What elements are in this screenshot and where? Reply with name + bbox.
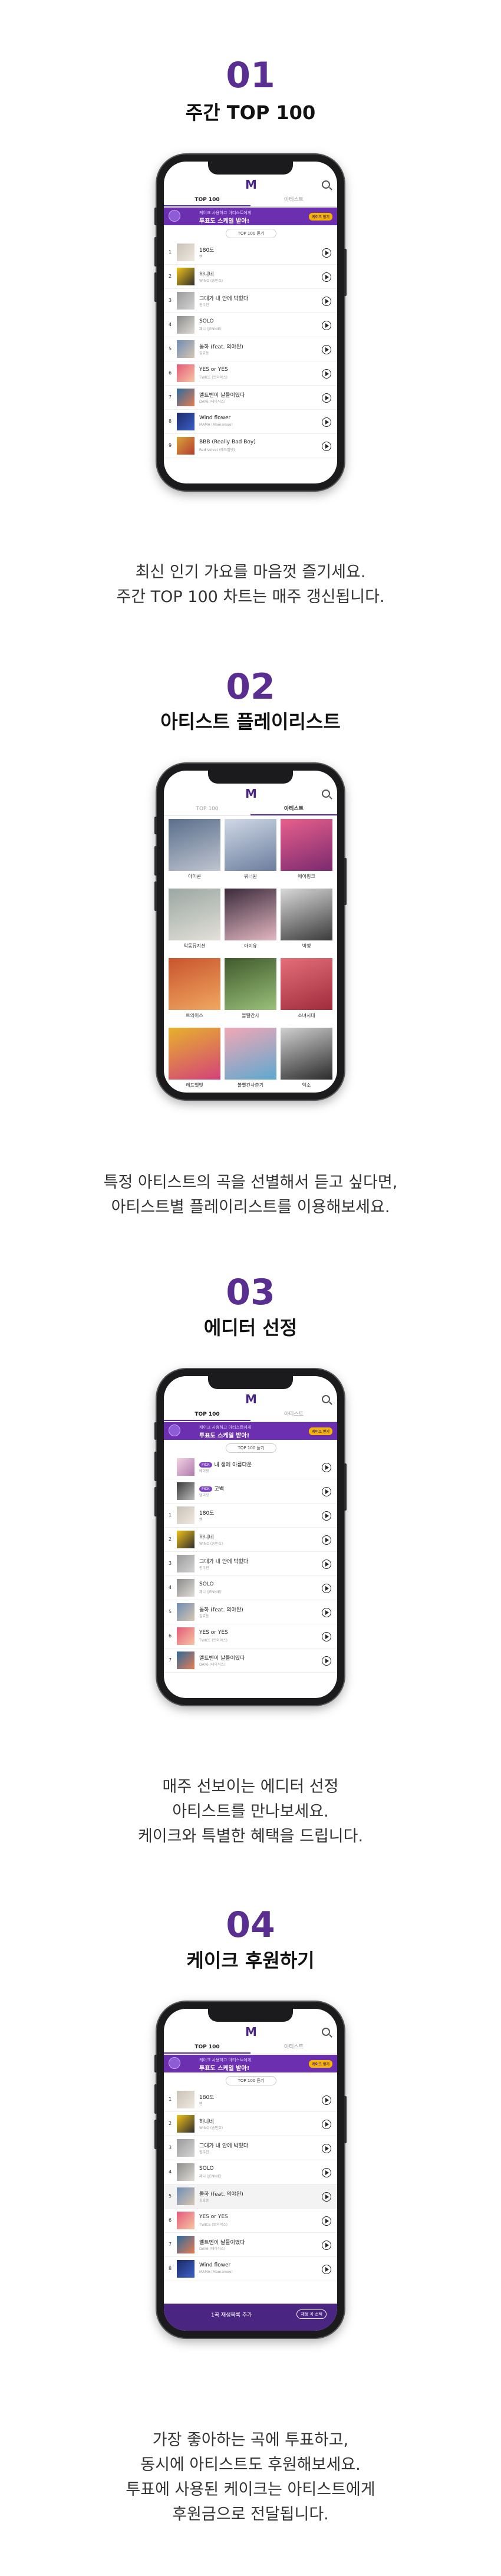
cake-icon: [169, 2057, 180, 2069]
cake-banner[interactable]: 케이크 사용하고 아티스트에게 투표도 스케일 받아! 케이크 받기: [164, 2055, 337, 2072]
play-icon[interactable]: [322, 2216, 331, 2226]
banner-title: 투표도 스케일 받아!: [199, 2065, 250, 2072]
vote-bar: 1곡 재생목록 추가 재생 곡 선택: [164, 2304, 337, 2331]
album-art: [177, 2091, 195, 2108]
play-icon[interactable]: [322, 2168, 331, 2177]
search-icon[interactable]: [322, 2028, 330, 2036]
section-number: 04: [226, 1904, 275, 1946]
tab-top100[interactable]: TOP 100: [164, 2042, 250, 2054]
album-art: [177, 2163, 195, 2181]
album-art: [177, 2260, 195, 2278]
album-art: [177, 2115, 195, 2133]
section-description: 가장 좋아하는 곡에 투표하고, 동시에 아티스트도 후원해보세요. 투표에 사…: [126, 2431, 375, 2524]
song-row[interactable]: 6 YES or YES TWICE (트와이스): [164, 2209, 337, 2233]
banner-subtitle: 케이크 사용하고 아티스트에게: [199, 2058, 252, 2062]
app-logo: M: [245, 2025, 257, 2039]
song-row[interactable]: 4 SOLO 제니 (JENNIE): [164, 2160, 337, 2184]
phone-mockup: M TOP 100 아티스트 케이크 사용하고 아티스트에게 투표도 스케일 받…: [154, 2002, 347, 2338]
play-icon[interactable]: [322, 2192, 331, 2202]
song-row[interactable]: 2 하니네 WINO (송민호): [164, 2112, 337, 2136]
play-icon[interactable]: [322, 2144, 331, 2153]
play-top100-button[interactable]: TOP 100 듣기: [226, 2076, 276, 2085]
vote-text: 1곡 재생목록 추가: [211, 2312, 252, 2318]
album-art: [177, 2139, 195, 2157]
tab-artist[interactable]: 아티스트: [250, 2042, 337, 2054]
album-art: [177, 2236, 195, 2253]
play-icon[interactable]: [322, 2265, 331, 2274]
get-cake-button[interactable]: 케이크 받기: [309, 2060, 332, 2068]
song-row[interactable]: 1 180도 벤: [164, 2088, 337, 2112]
song-row[interactable]: 8 Wind flower MAMA (Mamamoo): [164, 2257, 337, 2281]
song-list: 1 180도 벤 2 하니네 WINO (송민호) 3 그대가 내 안에 박혔다 원우진 4…: [164, 2088, 337, 2281]
song-row-selected[interactable]: 5 돌하 (feat. 의야완) 김효동: [164, 2184, 337, 2209]
section-title: 케이크 후원하기: [186, 1949, 315, 1972]
song-row[interactable]: 7 멜트벤이 날들이였다 DAY6 (데이식스): [164, 2233, 337, 2257]
album-art: [177, 2212, 195, 2229]
select-song-button[interactable]: 재생 곡 선택: [296, 2309, 327, 2319]
play-icon[interactable]: [322, 2095, 331, 2105]
play-icon[interactable]: [322, 2120, 331, 2129]
album-art: [177, 2187, 195, 2205]
app-screen: M TOP 100 아티스트 케이크 사용하고 아티스트에게 투표도 스케일 받…: [164, 2009, 337, 2331]
play-icon[interactable]: [322, 2241, 331, 2250]
section-cake-support: 04 케이크 후원하기 M TOP 100 아티스트 케이크 사용하고 아티스트…: [0, 0, 501, 2576]
song-row[interactable]: 3 그대가 내 안에 박혔다 원우진: [164, 2136, 337, 2160]
